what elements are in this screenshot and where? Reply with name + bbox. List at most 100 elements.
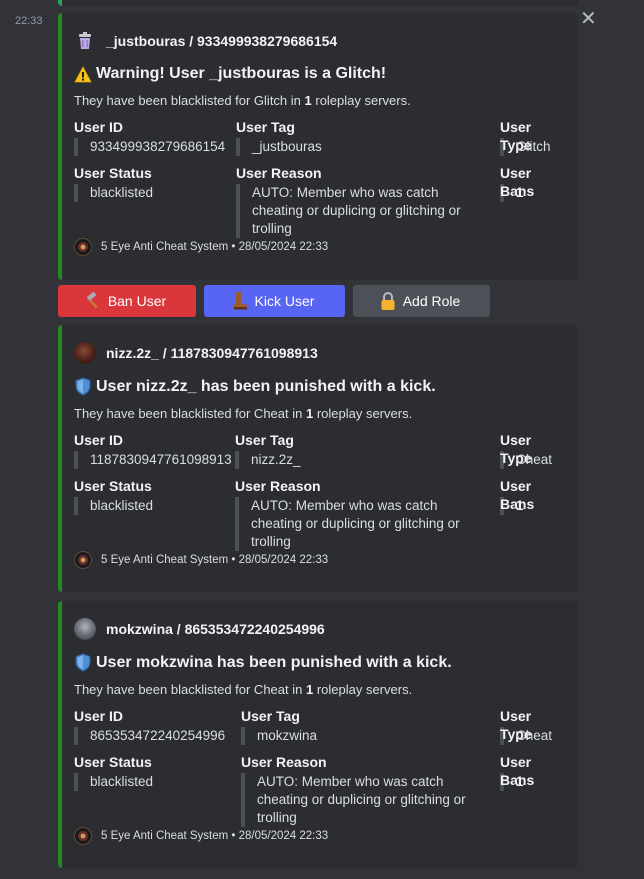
field-label: User Tag: [235, 432, 294, 448]
trash-can-avatar-icon: [74, 30, 96, 52]
hammer-icon: [84, 292, 102, 310]
field-user-status: User Status blacklisted: [74, 753, 153, 791]
field-user-tag: User Tag mokzwina: [241, 707, 317, 745]
field-label: User Reason: [236, 165, 322, 181]
field-value: mokzwina: [241, 727, 317, 745]
field-user-id: User ID 865353472240254996: [74, 707, 225, 745]
field-label: User Bans: [500, 165, 535, 199]
embed-title-text: User nizz.2z_ has been punished with a k…: [96, 377, 436, 395]
embed-mokzwina: mokzwina / 865353472240254996 User mokzw…: [58, 601, 578, 868]
field-user-tag: User Tag nizz.2z_: [235, 431, 301, 469]
field-label: User Reason: [241, 754, 327, 770]
field-label: User Bans: [500, 754, 535, 788]
field-user-reason: User Reason AUTO: Member who was catch c…: [241, 753, 481, 827]
field-user-status: User Status blacklisted: [74, 164, 153, 202]
field-user-status: User Status blacklisted: [74, 477, 153, 515]
field-user-bans: User Bans 1: [500, 477, 562, 515]
embed-author: mokzwina / 865353472240254996: [74, 617, 562, 641]
desc-suffix: roleplay servers.: [313, 406, 413, 421]
field-label: User Type: [500, 708, 532, 742]
field-value: blacklisted: [74, 184, 153, 202]
desc-prefix: They have been blacklisted for Cheat in: [74, 682, 306, 697]
field-value: _justbouras: [236, 138, 322, 156]
field-label: User Status: [74, 165, 152, 181]
add-role-button[interactable]: Add Role: [353, 285, 490, 317]
user-avatar: [74, 618, 96, 640]
embed-footer: 5 Eye Anti Cheat System • 28/05/2024 22:…: [74, 827, 562, 845]
field-user-tag: User Tag _justbouras: [236, 118, 322, 156]
embed-title-text: Warning! User _justbouras is a Glitch!: [96, 65, 387, 82]
field-label: User Type: [500, 432, 532, 466]
user-avatar: [74, 342, 96, 364]
embed-footer: 5 Eye Anti Cheat System • 28/05/2024 22:…: [74, 238, 562, 256]
field-user-reason: User Reason AUTO: Member who was catch c…: [236, 164, 476, 238]
kick-user-label: Kick User: [254, 293, 315, 309]
anticheat-logo-icon: [74, 827, 92, 845]
embed-nizz: nizz.2z_ / 1187830947761098913 User nizz…: [58, 325, 578, 592]
embed-footer: 5 Eye Anti Cheat System • 28/05/2024 22:…: [74, 551, 562, 569]
field-user-type: User Type Cheat: [500, 431, 562, 469]
embed-title: User nizz.2z_ has been punished with a k…: [74, 377, 562, 396]
embed-author: nizz.2z_ / 1187830947761098913: [74, 341, 562, 365]
field-value: 1187830947761098913: [74, 451, 232, 469]
embed-description: They have been blacklisted for Cheat in …: [74, 682, 562, 697]
field-value: 933499938279686154: [74, 138, 225, 156]
field-value: AUTO: Member who was catch cheating or d…: [235, 497, 475, 551]
footer-text: 5 Eye Anti Cheat System • 28/05/2024 22:…: [101, 241, 329, 253]
author-name[interactable]: nizz.2z_ / 1187830947761098913: [106, 345, 318, 361]
field-user-reason: User Reason AUTO: Member who was catch c…: [235, 477, 475, 551]
embed-fields: User ID 1187830947761098913 User Tag niz…: [74, 431, 562, 551]
anticheat-logo-icon: [74, 551, 92, 569]
footer-text: 5 Eye Anti Cheat System • 28/05/2024 22:…: [101, 830, 329, 842]
field-user-type: User Type Cheat: [500, 707, 562, 745]
field-value: AUTO: Member who was catch cheating or d…: [236, 184, 476, 238]
field-value: AUTO: Member who was catch cheating or d…: [241, 773, 481, 827]
desc-suffix: roleplay servers.: [311, 93, 411, 108]
field-label: User ID: [74, 708, 124, 724]
shield-icon: [74, 653, 92, 672]
add-role-label: Add Role: [402, 293, 461, 309]
embed-title: Warning! User _justbouras is a Glitch!: [74, 65, 562, 83]
footer-text: 5 Eye Anti Cheat System • 28/05/2024 22:…: [101, 554, 329, 566]
shield-icon: [74, 377, 92, 396]
close-icon[interactable]: ✕: [580, 9, 597, 29]
field-user-bans: User Bans 1: [500, 164, 562, 202]
field-label: User Type: [500, 119, 532, 153]
ban-user-button[interactable]: Ban User: [58, 285, 196, 317]
field-value: nizz.2z_: [235, 451, 301, 469]
field-user-type: User Type Glitch: [500, 118, 562, 156]
desc-prefix: They have been blacklisted for Cheat in: [74, 406, 306, 421]
embed-author: _justbouras / 933499938279686154: [74, 29, 562, 53]
embed-description: They have been blacklisted for Cheat in …: [74, 406, 562, 421]
author-name[interactable]: _justbouras / 933499938279686154: [106, 33, 337, 49]
ban-user-label: Ban User: [107, 293, 167, 309]
embed-fields: User ID 865353472240254996 User Tag mokz…: [74, 707, 562, 827]
field-label: User ID: [74, 432, 124, 448]
boot-icon: [231, 291, 249, 311]
field-label: User Status: [74, 754, 152, 770]
field-label: User Tag: [241, 708, 300, 724]
desc-count: 1: [304, 93, 312, 108]
author-name[interactable]: mokzwina / 865353472240254996: [106, 621, 325, 637]
lock-icon: [379, 291, 397, 311]
previous-embed-edge: [58, 0, 578, 6]
anticheat-logo-icon: [74, 238, 92, 256]
embed-title: User mokzwina has been punished with a k…: [74, 653, 562, 672]
field-user-bans: User Bans 1: [500, 753, 562, 791]
field-label: User Reason: [235, 478, 321, 494]
embed-title-text: User mokzwina has been punished with a k…: [96, 653, 452, 671]
field-value: blacklisted: [74, 773, 153, 791]
embed-justbouras: _justbouras / 933499938279686154 Warning…: [58, 13, 578, 280]
field-label: User Tag: [236, 119, 295, 135]
desc-prefix: They have been blacklisted for Glitch in: [74, 93, 305, 108]
kick-user-button[interactable]: Kick User: [204, 285, 345, 317]
action-row: Ban User Kick User Add Role: [58, 285, 490, 317]
field-user-id: User ID 1187830947761098913: [74, 431, 232, 469]
field-user-id: User ID 933499938279686154: [74, 118, 225, 156]
field-label: User Status: [74, 478, 152, 494]
field-value: blacklisted: [74, 497, 153, 515]
embed-fields: User ID 933499938279686154 User Tag _jus…: [74, 118, 562, 238]
message-timestamp: 22:33: [15, 15, 43, 27]
desc-suffix: roleplay servers.: [313, 682, 413, 697]
field-value: 865353472240254996: [74, 727, 225, 745]
